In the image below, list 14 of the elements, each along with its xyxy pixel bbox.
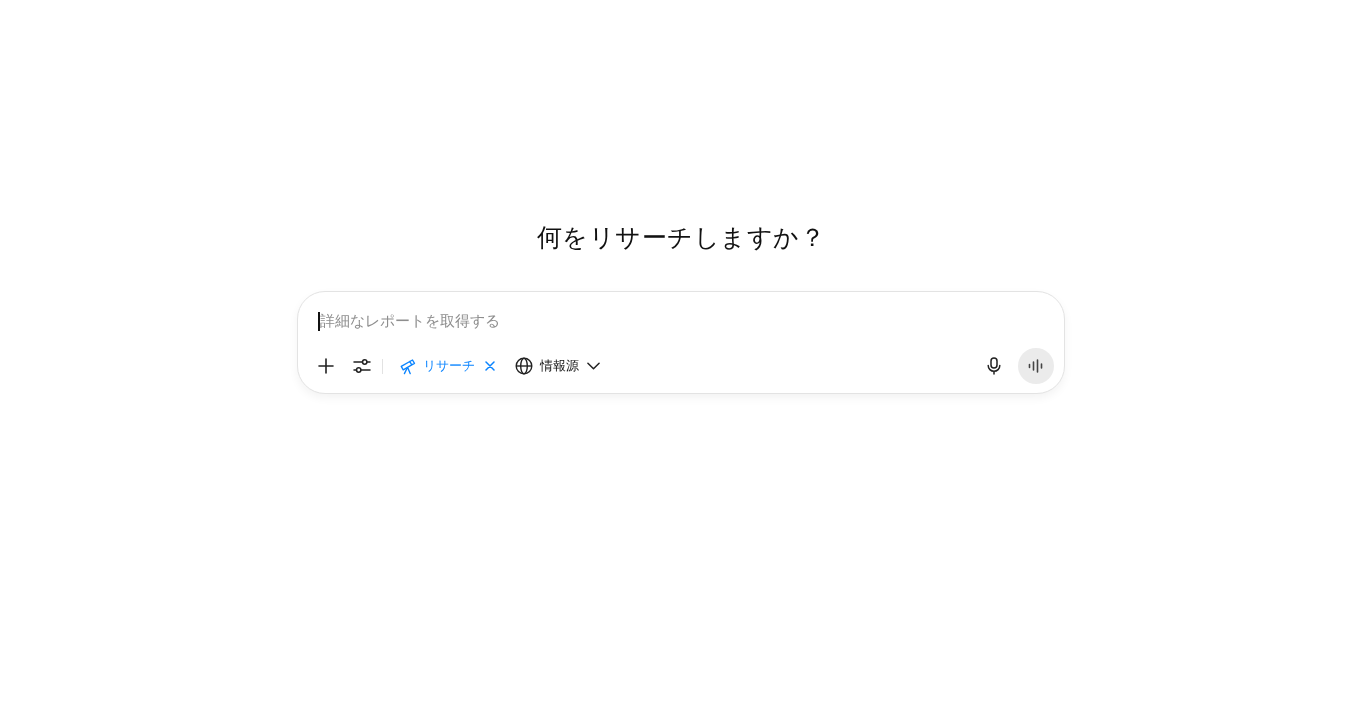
plus-icon — [317, 357, 335, 375]
remove-mode-button[interactable] — [483, 359, 497, 373]
page-heading: 何をリサーチしますか？ — [536, 222, 826, 254]
sliders-icon — [353, 358, 371, 374]
telescope-icon — [399, 357, 417, 375]
close-icon — [485, 361, 495, 371]
microphone-icon — [987, 357, 1001, 375]
chevron-down-icon — [587, 362, 600, 370]
prompt-input[interactable]: 詳細なレポートを取得する — [318, 312, 1054, 330]
globe-icon — [515, 357, 533, 375]
waveform-icon — [1028, 359, 1044, 373]
voice-mode-button[interactable] — [1018, 348, 1054, 384]
sources-dropdown[interactable]: 情報源 — [509, 350, 606, 382]
research-chip[interactable]: リサーチ — [393, 350, 503, 382]
